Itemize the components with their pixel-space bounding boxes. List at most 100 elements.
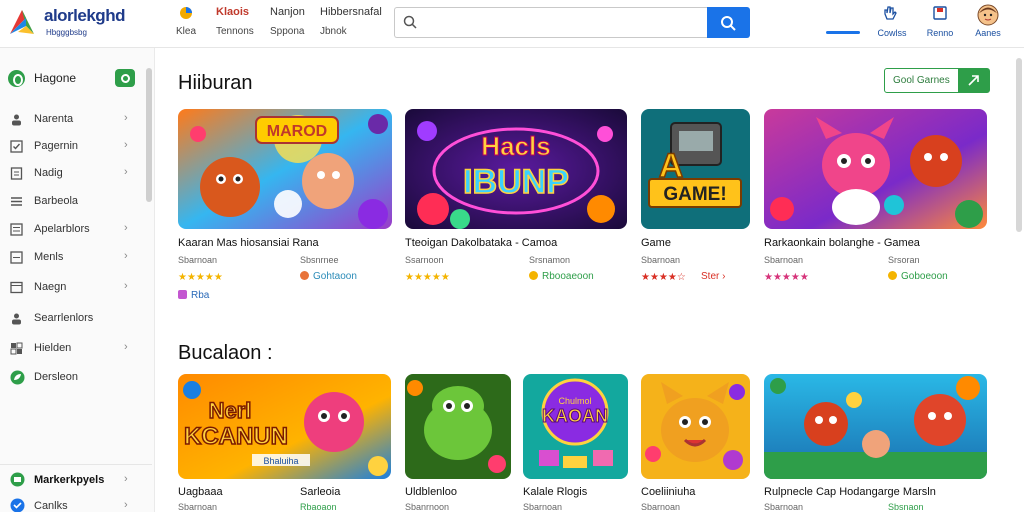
sidebar-item-nadig[interactable]: Nadig › bbox=[8, 164, 136, 184]
market-icon bbox=[10, 472, 25, 487]
cool-games-button[interactable]: Gool Garnes bbox=[884, 68, 990, 93]
top-nav-item-sppona[interactable]: Nanjon Sppona bbox=[270, 6, 305, 37]
thumb-text: Nerl bbox=[209, 398, 252, 423]
game-card[interactable]: Rulpnecle Cap Hodangarge Marsln Sbarnoan… bbox=[764, 374, 988, 512]
pie-icon bbox=[180, 7, 192, 19]
top-nav-title: Nanjon bbox=[270, 6, 305, 18]
game-developer: Sbarnoan bbox=[764, 502, 804, 512]
game-title[interactable]: Uagbaaa bbox=[178, 486, 223, 498]
game-title[interactable]: Kalale Rlogis bbox=[523, 486, 587, 498]
section-title-hiburan: Hiiburan bbox=[178, 72, 253, 94]
list-icon bbox=[11, 197, 22, 206]
game-tag-secondary: Rba bbox=[178, 290, 209, 301]
refresh-label: Cowlss bbox=[877, 28, 907, 38]
profile-button[interactable]: Aanes bbox=[960, 4, 1016, 40]
sidebar-scrollbar[interactable] bbox=[146, 68, 152, 202]
top-nav-title: Hibbersnafal bbox=[320, 6, 382, 18]
grid-icon bbox=[10, 342, 23, 355]
shield-icon bbox=[10, 498, 25, 512]
chevron-right-icon: › bbox=[124, 341, 128, 353]
search-button[interactable] bbox=[707, 7, 750, 38]
sidebar-item-canlks[interactable]: Canlks › bbox=[8, 497, 136, 512]
avatar-icon bbox=[977, 4, 999, 26]
game-thumbnail[interactable]: Chulmol KAOAN bbox=[523, 374, 628, 479]
main-scrollbar[interactable] bbox=[1016, 58, 1022, 232]
sidebar-item-menls[interactable]: Menls › bbox=[8, 248, 136, 268]
thumb-text: Bhaluiha bbox=[263, 456, 298, 466]
cta-label: Gool Garnes bbox=[893, 75, 950, 86]
logo-text: alorlekghd bbox=[44, 6, 125, 25]
game-card[interactable]: Rarkaonkain bolanghe - Gamea Sbarnoan Sr… bbox=[764, 109, 988, 309]
game-developer: Sbarnoan bbox=[178, 502, 218, 512]
game-title[interactable]: Tteoigan Dakolbataka - Camoa bbox=[405, 237, 557, 249]
check-icon bbox=[10, 140, 23, 153]
game-card[interactable]: A GAME! Game Sbarnoan ★★★★☆ Ster › bbox=[641, 109, 751, 309]
game-meta: Srsoran bbox=[888, 255, 920, 265]
top-nav-item-nanjon[interactable]: Klaois Tennons bbox=[216, 6, 254, 37]
sidebar-item-home[interactable]: Hagone bbox=[8, 68, 138, 90]
thumb-text: MAROD bbox=[267, 123, 327, 140]
chevron-right-icon: › bbox=[124, 222, 128, 234]
game-card[interactable]: Nerl KCANUN Bhaluiha Uagbaaa Sbarnoan Sa… bbox=[178, 374, 392, 512]
search-bar bbox=[394, 7, 750, 38]
game-developer: Sbarnoan bbox=[764, 255, 804, 265]
sidebar-item-barbeola[interactable]: Barbeola bbox=[8, 192, 136, 212]
sidebar-item-narenta[interactable]: Narenta › bbox=[8, 110, 136, 130]
game-title[interactable]: Game bbox=[641, 237, 671, 249]
game-thumbnail[interactable]: Hacls IBUNP bbox=[405, 109, 627, 229]
game-thumbnail[interactable]: Nerl KCANUN Bhaluiha bbox=[178, 374, 391, 479]
game-card[interactable]: Uldblenloo Sbanrnoon bbox=[405, 374, 511, 512]
doc-icon bbox=[10, 251, 23, 264]
game-card[interactable]: MAROD Kaaran Mas hiosansiai Rana Sbarnoa… bbox=[178, 109, 392, 309]
chevron-right-icon: › bbox=[722, 271, 726, 282]
top-nav-label: Klea bbox=[176, 26, 197, 37]
game-tag-label: Rbaoaon bbox=[300, 502, 337, 512]
game-card[interactable]: Coeliiniuha Sbarnoan bbox=[641, 374, 751, 512]
game-thumbnail[interactable]: MAROD bbox=[178, 109, 392, 229]
top-nav-label: Tennons bbox=[216, 26, 254, 37]
search-input[interactable] bbox=[394, 7, 708, 38]
chevron-right-icon: › bbox=[124, 280, 128, 292]
profile-label: Aanes bbox=[975, 28, 1001, 38]
chevron-right-icon: › bbox=[124, 473, 128, 485]
sidebar-item-pagernin[interactable]: Pagernin › bbox=[8, 137, 136, 157]
sidebar-item-hielden[interactable]: Hielden › bbox=[8, 339, 136, 359]
search-icon bbox=[403, 15, 417, 29]
thumb-text: KAOAN bbox=[542, 406, 608, 426]
sidebar-item-label: Dersleon bbox=[34, 371, 79, 383]
game-title[interactable]: Rulpnecle Cap Hodangarge Marsln bbox=[764, 486, 936, 498]
rating-stars: ★★★★★ bbox=[764, 272, 809, 283]
game-thumbnail[interactable] bbox=[764, 109, 987, 229]
game-meta: Srsnamon bbox=[529, 255, 571, 265]
sidebar-item-label: Nadig bbox=[34, 167, 63, 179]
game-tag-label: Sbsnaon bbox=[888, 502, 924, 512]
sidebar-item-markerkpyels[interactable]: Markerkpyels › bbox=[8, 471, 136, 491]
game-tag-label: Rbooaeoon bbox=[542, 271, 594, 282]
game-thumbnail[interactable] bbox=[641, 374, 750, 479]
game-title[interactable]: Rarkaonkain bolanghe - Gamea bbox=[764, 237, 920, 249]
game-tag: Gohtaoon bbox=[300, 271, 357, 282]
game-card[interactable]: Chulmol KAOAN Kalale Rlogis Sbarnoan bbox=[523, 374, 629, 512]
game-title[interactable]: Coeliiniuha bbox=[641, 486, 695, 498]
game-thumbnail[interactable] bbox=[764, 374, 987, 479]
top-nav-item-jbnok[interactable]: Hibbersnafal Jbnok bbox=[320, 6, 382, 37]
game-card[interactable]: Hacls IBUNP Tteoigan Dakolbataka - Camoa… bbox=[405, 109, 627, 309]
sidebar-item-dersleon[interactable]: Dersleon bbox=[8, 368, 136, 388]
game-title[interactable]: Kaaran Mas hiosansiai Rana bbox=[178, 237, 319, 249]
active-tab-underline bbox=[826, 31, 860, 34]
section-title-bucalaon: Bucalaon : bbox=[178, 342, 273, 364]
top-nav-item-klaois[interactable]: Klea bbox=[176, 6, 196, 37]
game-tag-label: Gohtaoon bbox=[313, 271, 357, 282]
sidebar-item-naegn[interactable]: Naegn › bbox=[8, 278, 136, 298]
game-thumbnail[interactable] bbox=[405, 374, 511, 479]
sidebar-item-searrlenlors[interactable]: Searrlenlors bbox=[8, 309, 136, 329]
chevron-right-icon: › bbox=[124, 139, 128, 151]
game-title[interactable]: Uldblenloo bbox=[405, 486, 457, 498]
sidebar-item-label: Naegn bbox=[34, 281, 67, 293]
search-icon bbox=[721, 16, 736, 31]
game-thumbnail[interactable]: A GAME! bbox=[641, 109, 750, 229]
sidebar-item-label: Hagone bbox=[34, 71, 77, 85]
logo[interactable]: alorlekghd Hbgggbsbg bbox=[6, 4, 146, 42]
rating-stars: ★★★★★ bbox=[405, 272, 450, 283]
sidebar-item-apelarblors[interactable]: Apelarblors › bbox=[8, 220, 136, 240]
